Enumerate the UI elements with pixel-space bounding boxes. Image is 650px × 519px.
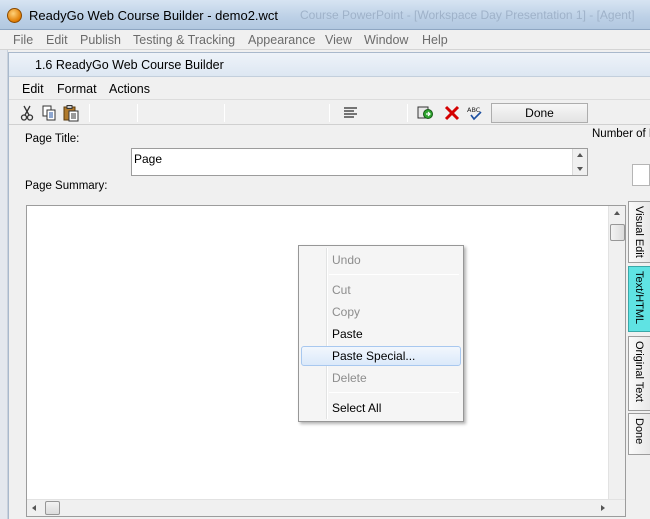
number-input[interactable] xyxy=(632,164,650,186)
scroll-left-icon[interactable] xyxy=(32,505,36,511)
context-menu: Undo Cut Copy Paste Paste Special... Del… xyxy=(298,245,464,422)
paste-icon[interactable] xyxy=(62,104,80,122)
context-menu-delete[interactable]: Delete xyxy=(301,368,461,388)
tab-text-html[interactable]: Text/HTML xyxy=(628,266,650,332)
inner-menu-actions[interactable]: Actions xyxy=(109,82,150,96)
toolbar-separator xyxy=(224,104,225,122)
menu-separator xyxy=(329,274,459,275)
cut-icon[interactable] xyxy=(18,104,36,122)
inner-menu-format[interactable]: Format xyxy=(57,82,97,96)
outer-menubar: File Edit Publish Testing & Tracking App… xyxy=(0,30,650,50)
scroll-down-icon[interactable] xyxy=(577,167,583,171)
editor-toolbar: ABC Done xyxy=(9,101,650,125)
page-title-input[interactable]: Page xyxy=(131,148,588,176)
toolbar-separator xyxy=(407,104,408,122)
tab-original-text[interactable]: Original Text xyxy=(628,336,650,411)
outer-title-bar[interactable]: ReadyGo Web Course Builder - demo2.wct C… xyxy=(0,0,650,30)
tab-text-html-label: Text/HTML xyxy=(633,271,645,325)
menu-appearance[interactable]: Appearance xyxy=(248,33,315,47)
vertical-scrollbar[interactable] xyxy=(608,206,625,500)
context-menu-paste[interactable]: Paste xyxy=(301,324,461,344)
context-menu-cut[interactable]: Cut xyxy=(301,280,461,300)
menu-window[interactable]: Window xyxy=(364,33,408,47)
context-menu-copy[interactable]: Copy xyxy=(301,302,461,322)
inner-window-title: 1.6 ReadyGo Web Course Builder xyxy=(35,58,224,72)
inner-title-bar[interactable]: 1.6 ReadyGo Web Course Builder xyxy=(9,53,650,77)
app-logo-icon xyxy=(7,8,22,23)
toolbar-separator xyxy=(89,104,90,122)
menu-view[interactable]: View xyxy=(325,33,352,47)
inner-menubar: Edit Format Actions xyxy=(9,78,650,100)
context-menu-select-all[interactable]: Select All xyxy=(301,398,461,418)
toolbar-separator xyxy=(137,104,138,122)
vertical-scroll-thumb[interactable] xyxy=(610,224,625,241)
menu-separator xyxy=(329,392,459,393)
page-summary-label: Page Summary: xyxy=(25,180,108,192)
tab-done-label: Done xyxy=(633,418,645,445)
tab-original-text-label: Original Text xyxy=(633,341,645,402)
menu-testing-tracking[interactable]: Testing & Tracking xyxy=(133,33,235,47)
context-menu-paste-special[interactable]: Paste Special... xyxy=(301,346,461,366)
page-title-scrollbar[interactable] xyxy=(572,149,587,175)
menu-edit[interactable]: Edit xyxy=(46,33,68,47)
outer-window-title: ReadyGo Web Course Builder - demo2.wct xyxy=(29,8,279,23)
copy-icon[interactable] xyxy=(40,104,58,122)
left-window-edge xyxy=(0,50,8,519)
spellcheck-abc-text: ABC xyxy=(467,106,481,114)
tab-done[interactable]: Done xyxy=(628,413,650,455)
background-window-title: Course PowerPoint - [Workspace Day Prese… xyxy=(300,8,635,22)
page-title-value: Page xyxy=(134,152,163,166)
menu-publish[interactable]: Publish xyxy=(80,33,121,47)
align-left-icon[interactable] xyxy=(342,104,360,122)
menu-help[interactable]: Help xyxy=(422,33,448,47)
done-button[interactable]: Done xyxy=(491,103,588,123)
spellcheck-icon[interactable]: ABC xyxy=(466,104,484,122)
context-menu-undo[interactable]: Undo xyxy=(301,250,461,270)
insert-object-icon[interactable] xyxy=(416,104,434,122)
toolbar-separator xyxy=(329,104,330,122)
scroll-up-icon[interactable] xyxy=(614,211,620,215)
delete-icon[interactable] xyxy=(443,104,461,122)
scroll-up-icon[interactable] xyxy=(577,153,583,157)
number-of-label: Number of B xyxy=(592,128,650,140)
page-title-label: Page Title: xyxy=(25,133,80,145)
horizontal-scrollbar[interactable] xyxy=(27,499,625,516)
horizontal-scroll-thumb[interactable] xyxy=(45,501,60,515)
menu-file[interactable]: File xyxy=(13,33,33,47)
scroll-right-icon[interactable] xyxy=(601,505,605,511)
tab-visual-edit-label: Visual Edit xyxy=(633,206,645,258)
inner-menu-edit[interactable]: Edit xyxy=(22,82,44,96)
tab-visual-edit[interactable]: Visual Edit xyxy=(628,201,650,263)
